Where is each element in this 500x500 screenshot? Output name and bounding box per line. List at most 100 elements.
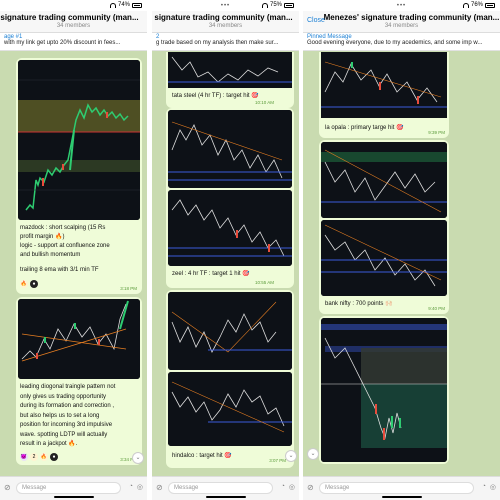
fire-reaction-icon[interactable]: 🔥 [20, 280, 28, 288]
message-bubble[interactable]: mazdock : short scalping (15 Rs profit m… [16, 58, 142, 294]
pinned-message-bar[interactable]: 2 g trade based on my analysis then make… [152, 33, 299, 51]
fire-reaction-icon[interactable]: 🔥 [40, 453, 48, 461]
candlestick-chart [168, 52, 292, 88]
battery-level: 74% [117, 2, 130, 8]
home-indicator [205, 496, 246, 498]
avatar: ● [50, 453, 58, 461]
chat-title: signature trading community (man... [0, 13, 139, 22]
pinned-text: Good evening everyone, due to my acedemi… [307, 40, 483, 46]
chart-image[interactable] [168, 372, 292, 446]
message-input-bar: ⊘ Message ◔ ◎ [0, 476, 147, 500]
status-dots: ••• [220, 3, 231, 9]
message-bubble[interactable]: tata steel (4 hr TF) : target hit 🎯 10:1… [166, 52, 294, 108]
candlestick-chart [168, 190, 292, 266]
pinned-message-bar[interactable]: Pinned Message Good evening everyone, du… [303, 33, 500, 51]
battery-level: 75% [269, 2, 282, 8]
chart-image[interactable] [321, 142, 447, 218]
chart-image[interactable] [168, 110, 292, 188]
sticker-icon[interactable]: ◔ [482, 483, 486, 490]
message-bubble[interactable]: leading diogonal traingle pattern not on… [16, 297, 142, 465]
attach-icon[interactable]: ⊘ [4, 483, 11, 492]
chat-header[interactable]: signature trading community (man... 34 m… [152, 11, 299, 33]
wifi-icon [462, 2, 469, 8]
message-time: 9:39 PM [428, 130, 445, 135]
chat-panel-1: 74% signature trading community (man... … [0, 0, 147, 500]
message-text: leading diogonal traingle pattern not on… [20, 384, 116, 447]
status-bar: ••• 75% [152, 0, 299, 11]
chat-title: signature trading community (man... [154, 13, 293, 22]
scroll-down-button[interactable]: ⌄ [307, 448, 319, 460]
candlestick-chart [321, 52, 447, 118]
message-bubble[interactable]: zeel : 4 hr TF : target 1 hit 🎯 10:55 AM [166, 108, 294, 288]
message-input-bar: ⊘ Message ◔ ◎ [303, 476, 500, 500]
chat-header[interactable]: Close Menezes' signature trading communi… [303, 11, 500, 33]
message-text: la opala : primary targe hit 🎯 [325, 125, 404, 131]
scroll-down-button[interactable]: ⌄ [132, 452, 144, 464]
candlestick-chart [168, 292, 292, 370]
candlestick-chart [321, 220, 447, 296]
home-indicator [53, 496, 94, 498]
status-dots: ••• [396, 3, 407, 9]
message-time: 9:40 PM [428, 306, 445, 311]
message-time: 10:55 AM [254, 280, 274, 285]
wifi-icon [109, 2, 116, 8]
attach-icon[interactable]: ⊘ [156, 483, 163, 492]
candlestick-chart [321, 318, 447, 462]
message-time: 3:18 PM [120, 286, 137, 291]
scroll-down-button[interactable]: ⌄ [285, 450, 297, 462]
reactions[interactable]: 🔥 ● [20, 280, 38, 288]
chart-image[interactable] [321, 318, 447, 462]
chat-header[interactable]: signature trading community (man... 34 m… [0, 11, 147, 33]
close-button[interactable]: Close [307, 17, 325, 24]
status-bar: 74% [0, 0, 147, 11]
message-bubble[interactable]: hindalco : target hit 🎯 3:07 PM [166, 290, 294, 468]
mic-icon[interactable]: ◎ [137, 483, 143, 491]
mic-icon[interactable]: ◎ [490, 483, 496, 491]
reaction-badge[interactable]: 😈 [20, 453, 28, 461]
candlestick-chart [18, 60, 140, 220]
message-input[interactable]: Message [168, 482, 273, 494]
chart-image[interactable] [168, 52, 292, 88]
battery-icon [284, 2, 294, 8]
sticker-icon[interactable]: ◔ [281, 483, 285, 490]
chart-image[interactable] [321, 220, 447, 296]
message-time: 3:07 PM [269, 458, 286, 463]
message-text: tata steel (4 hr TF) : target hit 🎯 [172, 93, 259, 99]
message-input[interactable]: Message [319, 482, 474, 494]
chart-image[interactable] [321, 52, 447, 118]
avatar: ● [30, 280, 38, 288]
battery-icon [485, 2, 495, 8]
sticker-icon[interactable]: ◔ [129, 483, 133, 490]
candlestick-chart [168, 110, 292, 188]
member-count: 34 members [208, 23, 243, 29]
mic-icon[interactable]: ◎ [289, 483, 295, 491]
candlestick-chart [168, 372, 292, 446]
candlestick-chart [18, 299, 140, 379]
message-text: mazdock : short scalping (15 Rs profit m… [20, 225, 110, 273]
member-count: 34 members [56, 23, 91, 29]
reactions[interactable]: 😈 2 🔥 ● [20, 453, 58, 461]
pinned-text: with my link get upto 20% discount in fe… [4, 40, 121, 46]
pinned-message-bar[interactable]: age #1 with my link get upto 20% discoun… [0, 33, 147, 51]
chart-image[interactable] [168, 292, 292, 370]
chart-image[interactable] [18, 299, 140, 379]
wifi-icon [261, 2, 268, 8]
chart-image[interactable] [168, 190, 292, 266]
chat-title: Menezes' signature trading community (ma… [323, 13, 500, 22]
message-bubble[interactable]: la opala : primary targe hit 🎯 9:39 PM [319, 52, 449, 138]
pinned-text: g trade based on my analysis then make s… [156, 40, 279, 46]
message-input[interactable]: Message [16, 482, 121, 494]
reaction-badge[interactable]: 2 [30, 453, 38, 461]
status-bar: ••• 76% [303, 0, 500, 11]
chat-panel-2: ••• 75% signature trading community (man… [152, 0, 299, 500]
message-text: hindalco : target hit 🎯 [172, 453, 232, 459]
candlestick-chart [321, 142, 447, 218]
battery-level: 76% [470, 2, 483, 8]
message-text: zeel : 4 hr TF : target 1 hit 🎯 [172, 271, 250, 277]
message-input-bar: ⊘ Message ◔ ◎ [152, 476, 299, 500]
attach-icon[interactable]: ⊘ [307, 483, 314, 492]
message-bubble[interactable]: bank nifty : 700 points 🙌🏻 9:40 PM [319, 140, 449, 314]
chat-panel-3: ••• 76% Close Menezes' signature trading… [303, 0, 500, 500]
message-bubble[interactable] [319, 316, 449, 464]
chart-image[interactable] [18, 60, 140, 220]
